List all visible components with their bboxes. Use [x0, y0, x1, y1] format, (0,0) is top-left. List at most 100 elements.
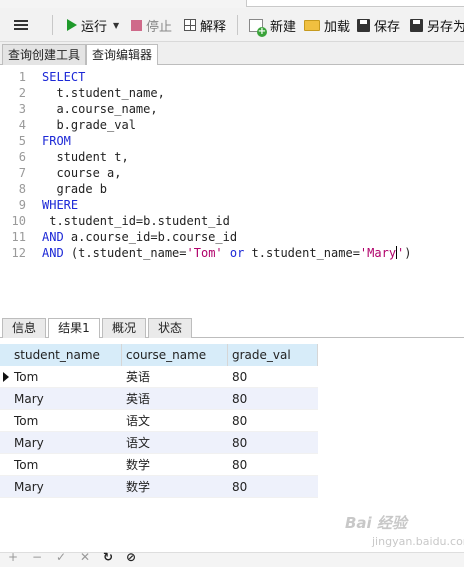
code-line: 1 SELECT [0, 69, 86, 85]
stop-refresh-icon[interactable]: ⊘ [126, 550, 136, 564]
code-line: 5 FROM [0, 133, 71, 149]
run-label: 运行 [81, 19, 108, 35]
add-record-icon[interactable]: + [8, 550, 18, 564]
cell-course-name[interactable]: 语文 [122, 410, 150, 432]
explain-label: 解释 [200, 19, 227, 35]
cell-grade-val[interactable]: 80 [228, 410, 247, 432]
apply-changes-icon[interactable]: ✓ [56, 550, 66, 564]
line-number: 4 [18, 118, 26, 132]
cell-course-name[interactable]: 英语 [122, 388, 150, 410]
tab-query-builder[interactable]: 查询创建工具 [2, 44, 87, 65]
line-number: 11 [11, 230, 26, 244]
watermark-logo: Bai 经验 [345, 514, 407, 532]
menu-button[interactable] [14, 8, 28, 42]
chevron-down-icon[interactable]: ▼ [113, 21, 119, 30]
line-number: 7 [18, 166, 26, 180]
line-number: 9 [18, 198, 26, 212]
window-top-strip [0, 0, 464, 8]
line-number: 8 [18, 182, 26, 196]
code-line: 12 AND (t.student_name='Tom' or t.student… [0, 245, 412, 261]
tab-profile[interactable]: 概况 [102, 318, 146, 338]
code-line: 9 WHERE [0, 197, 78, 213]
play-icon [67, 19, 77, 31]
discard-changes-icon[interactable]: ✕ [80, 550, 90, 564]
save-icon [357, 18, 370, 32]
line-number: 12 [11, 246, 26, 260]
folder-icon [304, 19, 320, 31]
grid-header: student_name course_name grade_val [0, 344, 318, 366]
line-number: 10 [11, 214, 26, 228]
code-line: 8 grade b [0, 181, 107, 197]
save-label: 保存 [374, 19, 401, 35]
cell-student-name[interactable]: Mary [10, 432, 44, 454]
cell-grade-val[interactable]: 80 [228, 388, 247, 410]
toolbar-divider [52, 15, 53, 35]
explain-icon [184, 19, 196, 31]
cell-grade-val[interactable]: 80 [228, 432, 247, 454]
tab-result1[interactable]: 结果1 [48, 318, 100, 339]
line-number: 5 [18, 134, 26, 148]
refresh-icon[interactable]: ↻ [103, 550, 113, 564]
line-number: 1 [18, 70, 26, 84]
cell-grade-val[interactable]: 80 [228, 366, 247, 388]
stop-icon [131, 19, 142, 31]
tab-status[interactable]: 状态 [148, 318, 192, 338]
toolbar-divider [237, 15, 238, 35]
stop-label: 停止 [146, 19, 173, 35]
tab-info[interactable]: 信息 [2, 318, 46, 338]
table-row[interactable]: Tom 数学 80 [0, 454, 318, 476]
code-line: 4 b.grade_val [0, 117, 136, 133]
cell-student-name[interactable]: Tom [10, 410, 38, 432]
save-button[interactable]: 保存 [357, 8, 400, 42]
delete-record-icon[interactable]: − [32, 550, 42, 564]
hamburger-icon [14, 20, 28, 30]
explain-button[interactable]: 解释 [184, 8, 226, 42]
save-as-icon [410, 18, 423, 32]
cell-course-name[interactable]: 数学 [122, 454, 150, 476]
cell-student-name[interactable]: Tom [10, 366, 38, 388]
grid-action-bar: + − ✓ ✕ ↻ ⊘ [0, 550, 464, 567]
cell-course-name[interactable]: 数学 [122, 476, 150, 498]
code-line: 6 student t, [0, 149, 129, 165]
tab-query-editor[interactable]: 查询编辑器 [86, 44, 159, 66]
column-header-course-name[interactable]: course_name [122, 344, 228, 366]
new-query-icon [249, 18, 267, 37]
load-button[interactable]: 加载 [304, 8, 350, 42]
run-button[interactable]: 运行 ▼ [67, 8, 119, 42]
line-number: 6 [18, 150, 26, 164]
sql-editor[interactable]: 1 SELECT 2 t.student_name, 3 a.course_nam… [0, 65, 464, 310]
code-line: 2 t.student_name, [0, 85, 165, 101]
table-row[interactable]: Mary 数学 80 [0, 476, 318, 498]
cell-grade-val[interactable]: 80 [228, 454, 247, 476]
table-row[interactable]: Mary 语文 80 [0, 432, 318, 454]
new-label: 新建 [270, 19, 297, 35]
table-row[interactable]: Tom 语文 80 [0, 410, 318, 432]
cell-student-name[interactable]: Tom [10, 454, 38, 476]
current-row-marker-icon [3, 372, 9, 382]
code-line: 10 t.student_id=b.student_id [0, 213, 230, 229]
watermark-url: jingyan.baidu.com [372, 535, 464, 548]
cell-grade-val[interactable]: 80 [228, 476, 247, 498]
cell-course-name[interactable]: 英语 [122, 366, 150, 388]
load-label: 加载 [324, 19, 351, 35]
editor-tab-bar: 查询创建工具 查询编辑器 [0, 42, 464, 66]
line-number: 2 [18, 86, 26, 100]
cell-student-name[interactable]: Mary [10, 476, 44, 498]
code-line: 11 AND a.course_id=b.course_id [0, 229, 238, 245]
column-header-grade-val[interactable]: grade_val [228, 344, 318, 366]
code-line: 7 course a, [0, 165, 122, 181]
line-number: 3 [18, 102, 26, 116]
code-line: 3 a.course_name, [0, 101, 158, 117]
window-tab-stub [246, 0, 464, 7]
query-toolbar: 运行 ▼ 停止 解释 新建 加载 保存 另存为 [0, 8, 464, 42]
save-as-label: 另存为 [427, 19, 464, 35]
column-header-student-name[interactable]: student_name [10, 344, 122, 366]
cell-student-name[interactable]: Mary [10, 388, 44, 410]
cell-course-name[interactable]: 语文 [122, 432, 150, 454]
result-tab-bar: 信息 结果1 概况 状态 [0, 316, 464, 339]
table-row[interactable]: Mary 英语 80 [0, 388, 318, 410]
new-button[interactable]: 新建 [249, 8, 296, 42]
save-as-button[interactable]: 另存为 [410, 8, 464, 42]
stop-button[interactable]: 停止 [131, 8, 172, 42]
table-row[interactable]: Tom 英语 80 [0, 366, 318, 388]
